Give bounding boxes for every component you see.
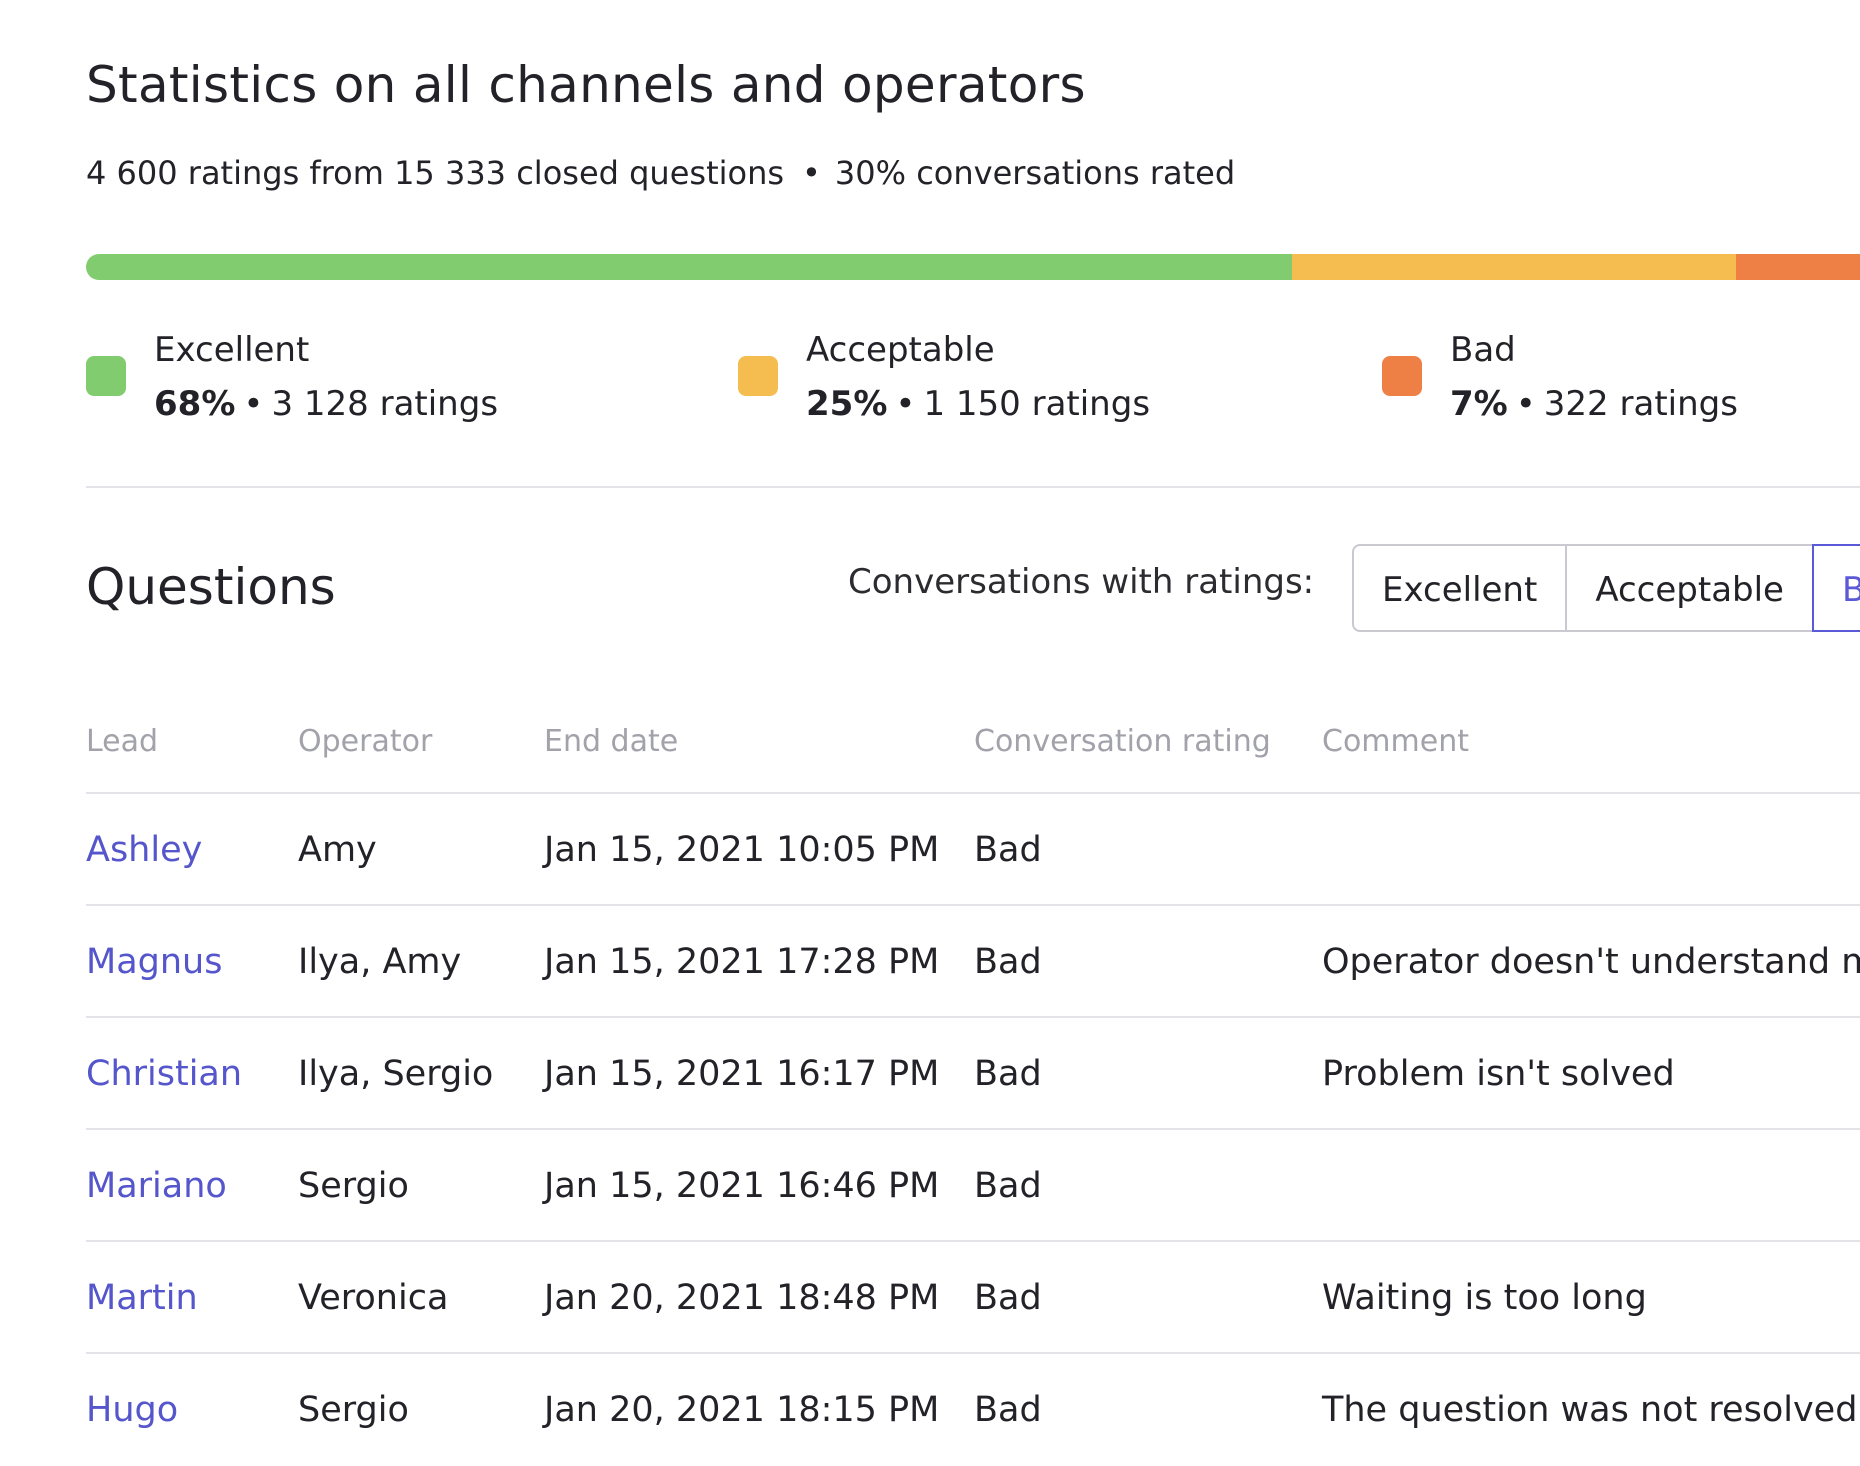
column-header-lead[interactable]: Lead xyxy=(86,724,158,759)
column-header-operator[interactable]: Operator xyxy=(298,724,432,759)
operator-cell: Veronica xyxy=(298,1278,449,1318)
end-date-cell: Jan 15, 2021 16:17 PM xyxy=(544,1054,940,1094)
rating-legend: Excellent 68% • 3 128 ratings Acceptable 2… xyxy=(86,330,1860,440)
operator-cell: Sergio xyxy=(298,1390,409,1430)
table-row[interactable]: Magnus Ilya, Amy Jan 15, 2021 17:28 PM B… xyxy=(86,906,1860,1018)
bar-segment-bad xyxy=(1735,254,1860,280)
column-header-end-date[interactable]: End date xyxy=(544,724,678,759)
table-row[interactable]: Martin Veronica Jan 20, 2021 18:48 PM Ba… xyxy=(86,1242,1860,1354)
lead-link[interactable]: Christian xyxy=(86,1054,242,1094)
lead-link[interactable]: Magnus xyxy=(86,942,222,982)
questions-title: Questions xyxy=(86,558,336,616)
end-date-cell: Jan 15, 2021 10:05 PM xyxy=(544,830,940,870)
legend-percent: 68% xyxy=(154,384,236,424)
section-divider xyxy=(86,486,1860,488)
statistics-page: Statistics on all channels and operators… xyxy=(86,0,1860,1466)
ratings-summary: 4 600 ratings from 15 333 closed questio… xyxy=(86,154,1235,192)
end-date-cell: Jan 20, 2021 18:48 PM xyxy=(544,1278,940,1318)
rating-cell: Bad xyxy=(974,830,1042,870)
operator-cell: Amy xyxy=(298,830,377,870)
comment-cell: Operator doesn't understand m xyxy=(1322,942,1860,982)
rating-cell: Bad xyxy=(974,1390,1042,1430)
summary-separator: • xyxy=(802,154,821,192)
filter-excellent-button[interactable]: Excellent xyxy=(1352,544,1568,632)
table-row[interactable]: Ashley Amy Jan 15, 2021 10:05 PM Bad xyxy=(86,794,1860,906)
legend-stat: 25% • 1 150 ratings xyxy=(806,384,1150,424)
rating-filter-label: Conversations with ratings: xyxy=(848,562,1315,602)
rating-distribution-bar xyxy=(86,254,1860,280)
rating-cell: Bad xyxy=(974,1166,1042,1206)
acceptable-swatch xyxy=(738,356,778,396)
legend-label: Excellent xyxy=(154,330,310,370)
operator-cell: Sergio xyxy=(298,1166,409,1206)
column-header-comment[interactable]: Comment xyxy=(1322,724,1469,759)
comment-cell: Waiting is too long xyxy=(1322,1278,1647,1318)
bar-segment-excellent xyxy=(86,254,1293,280)
legend-stat: 68% • 3 128 ratings xyxy=(154,384,498,424)
legend-label: Bad xyxy=(1450,330,1516,370)
legend-count: 322 ratings xyxy=(1543,384,1738,424)
legend-stat: 7% • 322 ratings xyxy=(1450,384,1738,424)
rating-filter-group: Excellent Acceptable Bad xyxy=(1352,544,1860,636)
rating-cell: Bad xyxy=(974,1054,1042,1094)
end-date-cell: Jan 15, 2021 16:46 PM xyxy=(544,1166,940,1206)
legend-count: 3 128 ratings xyxy=(271,384,499,424)
table-row[interactable]: Christian Ilya, Sergio Jan 15, 2021 16:1… xyxy=(86,1018,1860,1130)
rated-percent-text: 30% conversations rated xyxy=(834,154,1236,192)
legend-count: 1 150 ratings xyxy=(923,384,1151,424)
lead-link[interactable]: Ashley xyxy=(86,830,202,870)
comment-cell: The question was not resolved. xyxy=(1322,1390,1860,1430)
table-row[interactable]: Hugo Sergio Jan 20, 2021 18:15 PM Bad Th… xyxy=(86,1354,1860,1464)
bar-segment-acceptable xyxy=(1292,254,1736,280)
filter-acceptable-button[interactable]: Acceptable xyxy=(1565,544,1814,632)
legend-separator: • xyxy=(1515,384,1536,424)
operator-cell: Ilya, Amy xyxy=(298,942,462,982)
column-header-rating[interactable]: Conversation rating xyxy=(974,724,1271,759)
rating-cell: Bad xyxy=(974,942,1042,982)
legend-percent: 25% xyxy=(806,384,888,424)
excellent-swatch xyxy=(86,356,126,396)
comment-cell: Problem isn't solved xyxy=(1322,1054,1675,1094)
legend-label: Acceptable xyxy=(806,330,995,370)
table-header: Lead Operator End date Conversation rati… xyxy=(86,700,1860,794)
end-date-cell: Jan 20, 2021 18:15 PM xyxy=(544,1390,940,1430)
legend-percent: 7% xyxy=(1450,384,1508,424)
legend-separator: • xyxy=(243,384,264,424)
questions-table: Lead Operator End date Conversation rati… xyxy=(86,700,1860,1464)
lead-link[interactable]: Hugo xyxy=(86,1390,178,1430)
page-title: Statistics on all channels and operators xyxy=(86,56,1086,114)
filter-bad-button[interactable]: Bad xyxy=(1811,544,1860,632)
bad-swatch xyxy=(1382,356,1422,396)
lead-link[interactable]: Martin xyxy=(86,1278,198,1318)
rating-cell: Bad xyxy=(974,1278,1042,1318)
operator-cell: Ilya, Sergio xyxy=(298,1054,494,1094)
ratings-count-text: 4 600 ratings from 15 333 closed questio… xyxy=(86,154,785,192)
lead-link[interactable]: Mariano xyxy=(86,1166,227,1206)
legend-separator: • xyxy=(895,384,916,424)
end-date-cell: Jan 15, 2021 17:28 PM xyxy=(544,942,940,982)
table-row[interactable]: Mariano Sergio Jan 15, 2021 16:46 PM Bad xyxy=(86,1130,1860,1242)
